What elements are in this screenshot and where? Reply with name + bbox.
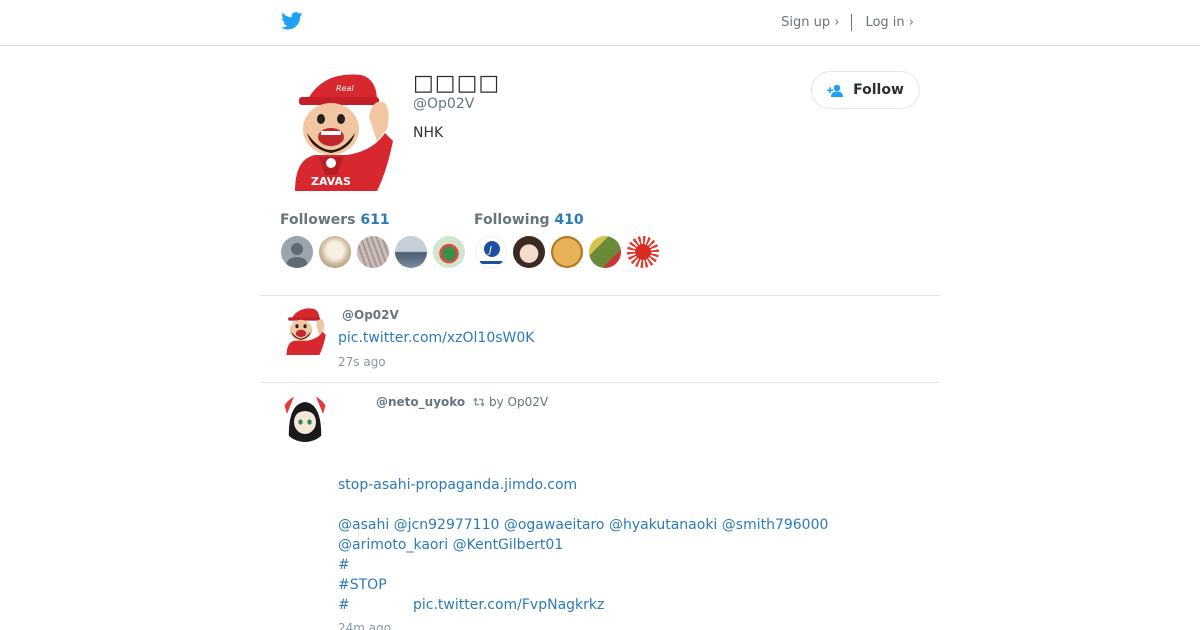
news-logo-icon: J [480,241,504,264]
hashtag-link[interactable]: # [338,557,350,573]
mention-link[interactable]: @asahi [338,517,389,533]
followers-preview [281,236,471,268]
tweet-timestamp[interactable]: 27s ago [338,355,386,369]
tweet-divider [260,382,940,383]
retweet-icon [473,397,485,407]
hashtag-link[interactable]: # [338,597,350,613]
following-preview: J [475,236,665,268]
tweet-mentions-line-1: @asahi @jcn92977110 @ogawaeitaro @hyakut… [338,517,828,533]
follower-avatar[interactable] [357,236,389,268]
followers-stat[interactable]: Followers 611 [280,212,390,228]
follower-avatar[interactable] [281,236,313,268]
anime-avatar-image [281,394,329,442]
profile-avatar[interactable]: Real ZAVAS [281,71,401,191]
mention-link[interactable]: @arimoto_kaori [338,537,448,553]
following-avatar[interactable] [513,236,545,268]
default-avatar-icon [286,243,308,268]
follow-button[interactable]: Follow [811,71,920,109]
cap-logo: Real [336,84,354,93]
nav-divider [851,14,853,31]
mention-link[interactable]: @hyakutanaoki [609,517,717,533]
followers-label: Followers [280,212,356,228]
profile-bio: NHK [413,125,444,141]
tweet-mentions-line-2: @arimoto_kaori @KentGilbert01 [338,537,563,553]
hashtag-link[interactable]: #STOP [338,577,387,593]
tweet-handle[interactable]: @neto_uyoko [376,395,465,409]
follower-avatar[interactable] [395,236,427,268]
follow-label: Follow [853,82,904,98]
login-link[interactable]: Log in › [865,15,914,30]
following-avatar[interactable]: J [475,236,507,268]
following-count: 410 [554,212,584,228]
rising-sun-icon [635,244,651,260]
tweet-timestamp[interactable]: 24m ago [338,621,391,630]
tweet-link[interactable]: pic.twitter.com/xzOl10sW0K [338,330,534,346]
tweet-external-link[interactable]: stop-asahi-propaganda.jimdo.com [338,477,577,493]
tweet-author-avatar[interactable] [281,394,329,442]
tweet-author-avatar[interactable] [281,307,329,355]
follower-avatar[interactable] [319,236,351,268]
following-stat[interactable]: Following 410 [474,212,584,228]
following-avatar[interactable] [627,236,659,268]
mention-link[interactable]: @smith796000 [722,517,829,533]
top-nav: Sign up › Log in › [781,14,914,31]
mention-link[interactable]: @ogawaeitaro [504,517,605,533]
following-avatar[interactable] [589,236,621,268]
followers-count: 611 [360,212,390,228]
follower-avatar[interactable] [433,236,465,268]
following-label: Following [474,212,550,228]
tweet-handle[interactable]: @Op02V [342,308,399,322]
twitter-bird-icon[interactable] [281,12,303,30]
avatar-jersey-text: ZAVAS [311,175,351,188]
mention-link[interactable]: @KentGilbert01 [453,537,564,553]
mention-link[interactable]: @jcn92977110 [394,517,500,533]
screen-name: @Op02V [413,96,475,112]
tweet-pic-link[interactable]: pic.twitter.com/FvpNagkrkz [413,597,604,613]
top-bar: Sign up › Log in › [0,0,1200,46]
retweet-attribution: by Op02V [473,395,548,409]
display-name: □□□□ [413,71,501,96]
signup-link[interactable]: Sign up › [781,15,839,30]
follow-person-icon [827,84,844,97]
mascot-avatar-image [286,308,326,355]
retweet-by-label[interactable]: by Op02V [489,395,548,409]
timeline-divider [260,295,940,296]
following-avatar[interactable] [551,236,583,268]
